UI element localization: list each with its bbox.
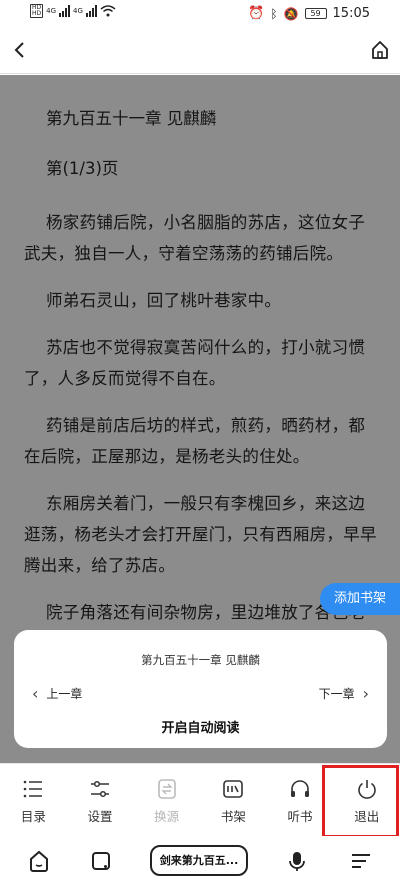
browser-tabs-button[interactable] xyxy=(88,848,114,874)
status-left: HD HD 4G 4G xyxy=(30,4,116,18)
toolbar-label: 设置 xyxy=(87,809,113,824)
status-bar: HD HD 4G 4G ⏰ ᛒ 🔕 59 15:05 xyxy=(0,0,400,28)
back-button[interactable] xyxy=(6,36,34,64)
chevron-left-icon: ‹ xyxy=(32,684,39,703)
home-icon xyxy=(30,850,48,872)
toolbar-label: 退出 xyxy=(354,809,380,824)
paragraph: 师弟石灵山，回了桃叶巷家中。 xyxy=(46,291,282,310)
auto-read-button[interactable]: 开启自动阅读 xyxy=(14,717,387,736)
toolbar-catalog[interactable]: 目录 xyxy=(0,764,67,835)
toolbar-exit[interactable]: 退出 xyxy=(333,764,400,835)
network-type-2: 4G xyxy=(73,7,83,15)
reader-content[interactable]: 第九百五十一章 见麒麟 第(1/3)页 杨家药铺后院，小名胭脂的苏店，这位女子武… xyxy=(0,75,400,763)
next-chapter-label: 下一章 xyxy=(318,687,355,701)
address-bar[interactable]: 剑来第九百五... xyxy=(150,845,248,876)
toolbar-label: 听书 xyxy=(287,809,313,824)
headphones-icon xyxy=(291,780,310,797)
toolbar-settings[interactable]: 设置 xyxy=(67,764,134,835)
voice-search-button[interactable] xyxy=(284,848,310,874)
battery-indicator: 59 xyxy=(304,8,327,19)
home-icon xyxy=(372,41,388,59)
home-button[interactable] xyxy=(366,36,394,64)
sim-badge: HD HD xyxy=(30,4,44,18)
browser-bottom-bar: 剑来第九百五... xyxy=(0,836,400,888)
prev-chapter-button[interactable]: ‹ 上一章 xyxy=(32,684,82,703)
browser-home-button[interactable] xyxy=(26,848,52,874)
power-icon xyxy=(357,780,376,799)
chevron-left-icon xyxy=(14,42,24,58)
microphone-icon xyxy=(289,852,305,871)
toolbar-bookshelf[interactable]: 书架 xyxy=(200,764,267,835)
reader-toolbar: 目录 设置 换源 书架 听书 退出 xyxy=(0,763,400,835)
clock: 15:05 xyxy=(332,6,370,21)
popup-chapter-title: 第九百五十一章 见麒麟 xyxy=(141,653,260,667)
alarm-icon: ⏰ xyxy=(248,6,265,21)
paragraph: 药铺是前店后坊的样式，煎药，晒药材，都在后院，正屋那边，是杨老头的住处。 xyxy=(24,416,366,466)
prev-chapter-label: 上一章 xyxy=(46,687,83,701)
paragraph: 杨家药铺后院，小名胭脂的苏店，这位女子武夫，独自一人，守着空荡荡的药铺后院。 xyxy=(24,213,366,263)
network-type-1: 4G xyxy=(46,7,57,15)
toolbar-listen[interactable]: 听书 xyxy=(267,764,334,835)
toolbar-label: 书架 xyxy=(220,809,246,824)
toolbar-label: 换源 xyxy=(154,809,180,824)
wifi-icon xyxy=(100,5,116,17)
swap-source-icon xyxy=(157,779,176,799)
top-navigation xyxy=(0,28,400,74)
add-to-shelf-button[interactable]: 添加书架 xyxy=(320,583,400,615)
mute-icon: 🔕 xyxy=(283,6,299,21)
browser-menu-button[interactable] xyxy=(348,848,374,874)
bookshelf-icon xyxy=(223,780,244,798)
paragraph: 苏店也不觉得寂寞苦闷什么的，打小就习惯了，人多反而觉得不自在。 xyxy=(24,338,366,388)
signal-icon xyxy=(59,5,71,17)
toolbar-label: 目录 xyxy=(20,809,46,824)
page-number: 第(1/3)页 xyxy=(46,159,119,178)
bluetooth-icon: ᛒ xyxy=(270,6,278,21)
toolbar-change-source[interactable]: 换源 xyxy=(133,764,200,835)
tabs-icon xyxy=(92,852,110,870)
next-chapter-button[interactable]: 下一章 › xyxy=(319,684,369,703)
signal-icon-2 xyxy=(85,5,97,17)
chapter-popup-card: 第九百五十一章 见麒麟 ‹ 上一章 下一章 › 开启自动阅读 xyxy=(14,630,387,748)
sliders-icon xyxy=(91,780,109,798)
list-icon xyxy=(24,780,43,798)
menu-icon xyxy=(352,854,370,868)
status-right: ⏰ ᛒ 🔕 59 15:05 xyxy=(248,6,370,21)
paragraph: 东厢房关着门，一般只有李槐回乡，来这边逛荡，杨老头才会打开屋门，只有西厢房，早早… xyxy=(24,494,377,575)
chapter-title: 第九百五十一章 见麒麟 xyxy=(46,109,217,128)
chevron-right-icon: › xyxy=(362,684,369,703)
